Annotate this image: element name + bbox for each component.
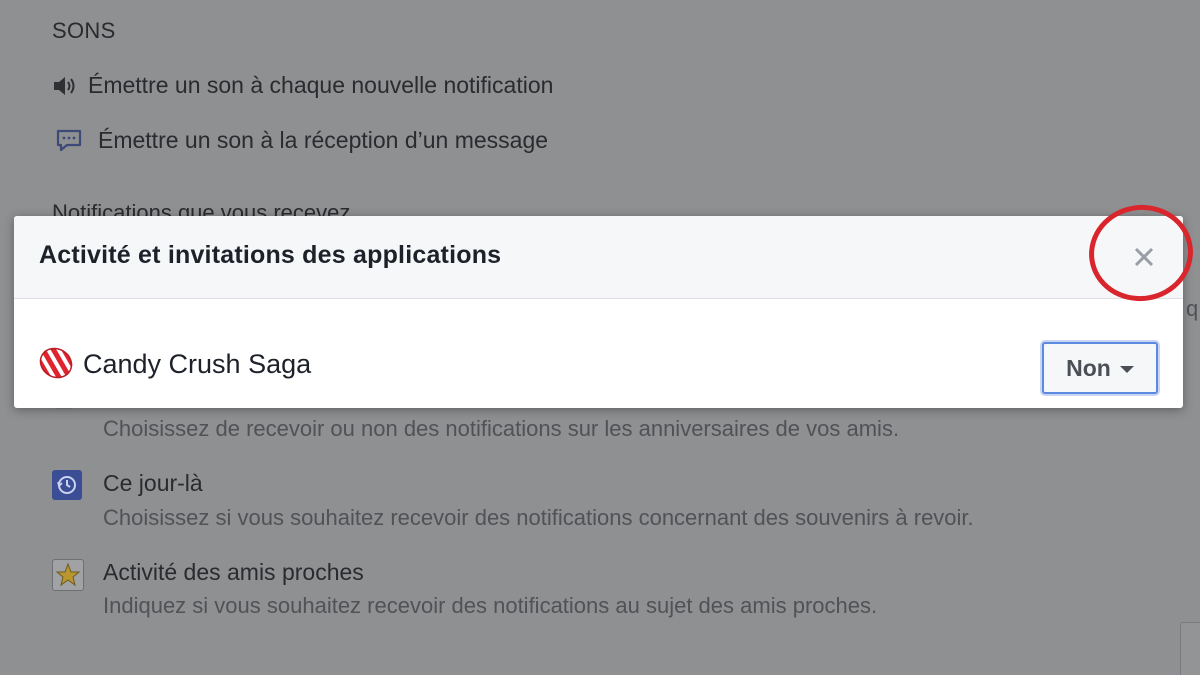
- setting-desc-on-this-day: Choisissez si vous souhaitez recevoir de…: [103, 505, 974, 530]
- sound-label-message: Émettre un son à la réception d’un messa…: [98, 127, 549, 153]
- right-edge-fragment: q: [1186, 296, 1199, 321]
- corner-button[interactable]: [1180, 622, 1200, 675]
- dialog-header: Activité et invitations des applications: [14, 216, 1183, 299]
- close-icon[interactable]: [1131, 244, 1157, 270]
- star-icon[interactable]: [52, 559, 84, 591]
- sound-label-notification: Émettre un son à chaque nouvelle notific…: [88, 72, 554, 98]
- dialog-body: Candy Crush Saga Non: [14, 299, 1183, 408]
- sound-row-notification[interactable]: Émettre un son à chaque nouvelle notific…: [52, 72, 553, 99]
- sound-row-message[interactable]: Émettre un son à la réception d’un messa…: [55, 127, 548, 154]
- message-bubble-icon: [55, 128, 83, 154]
- setting-title-close-friends[interactable]: Activité des amis proches: [103, 559, 364, 586]
- candy-crush-icon: [35, 342, 77, 385]
- notifications-heading: Notifications que vous recevez: [52, 200, 351, 216]
- speaker-icon: [52, 74, 80, 98]
- select-value: Non: [1066, 354, 1111, 381]
- setting-desc-birthdays: Choisissez de recevoir ou non des notifi…: [103, 416, 900, 441]
- setting-desc-close-friends: Indiquez si vous souhaitez recevoir des …: [103, 593, 878, 618]
- app-notification-select[interactable]: Non: [1042, 342, 1158, 394]
- setting-title-on-this-day[interactable]: Ce jour-là: [103, 470, 203, 497]
- app-name: Candy Crush Saga: [83, 349, 312, 379]
- dialog-title: Activité et invitations des applications: [39, 241, 502, 269]
- on-this-day-icon[interactable]: [52, 470, 82, 500]
- chevron-down-icon: [1119, 365, 1134, 373]
- settings-page: SONS Émettre un son à chaque nouvelle no…: [0, 0, 1200, 675]
- app-activity-dialog: Activité et invitations des applications: [14, 216, 1183, 408]
- sounds-heading: SONS: [52, 18, 116, 43]
